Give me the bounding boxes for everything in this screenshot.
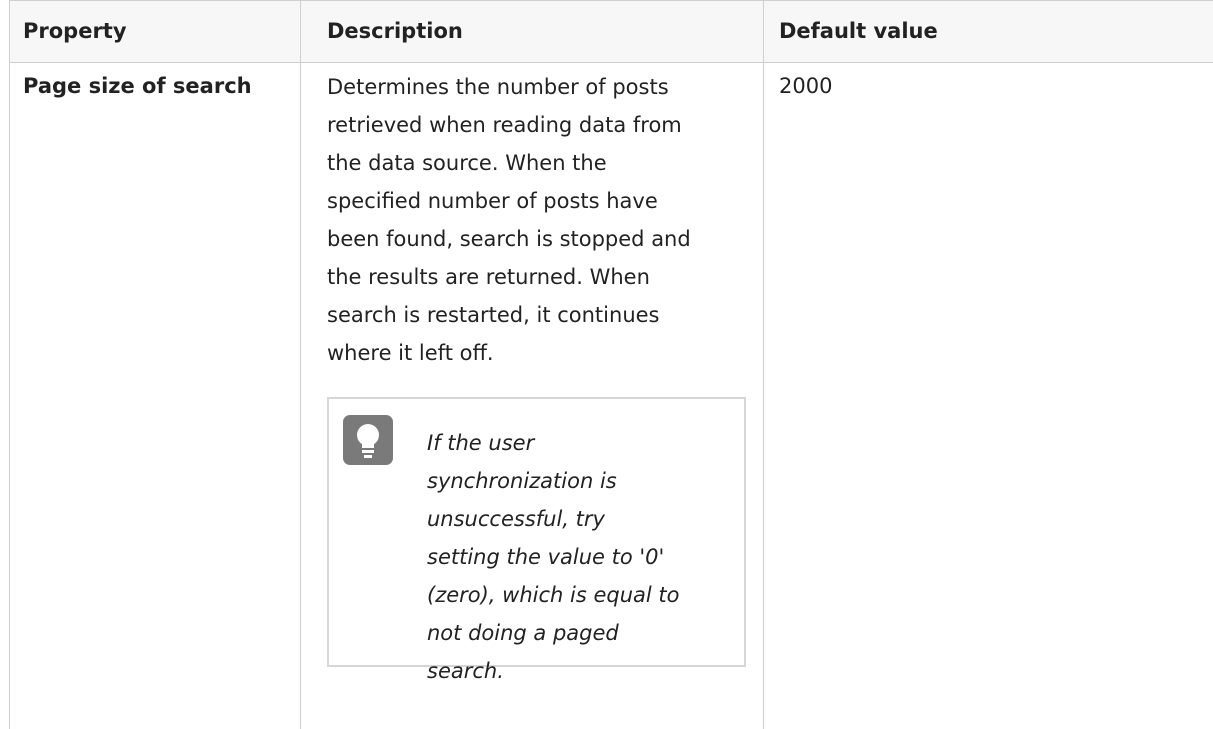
- tip-text-line: unsuccessful, try: [427, 507, 605, 531]
- header-divider: [9, 62, 1213, 63]
- property-name: Page size of search: [23, 74, 252, 98]
- tip-text-line: not doing a paged: [427, 621, 619, 645]
- description-line: retrieved when reading data from: [327, 113, 682, 137]
- lightbulb-icon: [343, 415, 393, 465]
- tip-text-line: If the user: [427, 431, 535, 455]
- header-property: Property: [23, 19, 127, 43]
- description-line: where it left off.: [327, 341, 494, 365]
- column-divider-2: [763, 0, 764, 729]
- description-line: Determines the number of posts: [327, 75, 669, 99]
- description-line: specified number of posts have: [327, 189, 658, 213]
- description-line: the data source. When the: [327, 151, 607, 175]
- tip-text-line: setting the value to '0': [427, 545, 665, 569]
- table-header-row: [9, 0, 1213, 62]
- table-top-border: [9, 0, 1213, 1]
- tip-text-line: synchronization is: [427, 469, 617, 493]
- default-value: 2000: [779, 74, 833, 98]
- header-description: Description: [327, 19, 463, 43]
- properties-table: Property Description Default value Page …: [9, 0, 1213, 729]
- description-line: search is restarted, it continues: [327, 303, 660, 327]
- tip-text-line: (zero), which is equal to: [427, 583, 680, 607]
- description-line: been found, search is stopped and: [327, 227, 691, 251]
- header-default-value: Default value: [779, 19, 938, 43]
- tip-note: If the user synchronization is unsuccess…: [327, 397, 746, 683]
- column-divider-1: [300, 0, 301, 729]
- description-line: the results are returned. When: [327, 265, 650, 289]
- tip-text-line: search.: [427, 659, 504, 683]
- table-left-border: [9, 0, 10, 729]
